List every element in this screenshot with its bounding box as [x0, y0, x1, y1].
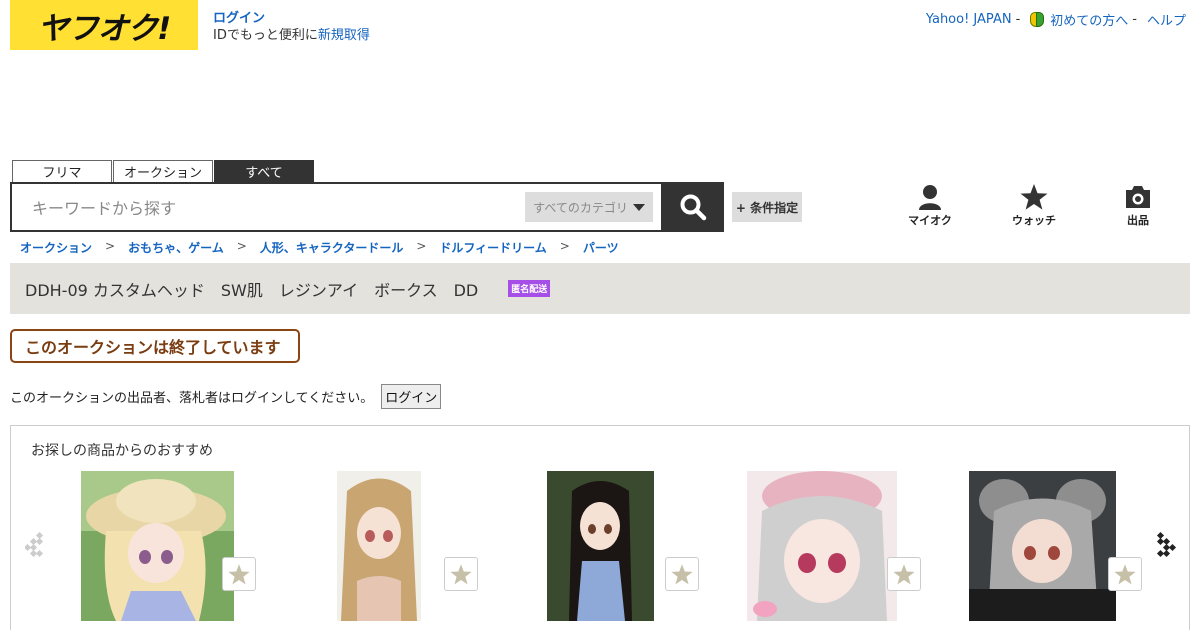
conditions-button[interactable]: + 条件指定 [732, 192, 802, 222]
beginner-mark-icon [1030, 12, 1045, 27]
item-title: DDH-09 カスタムヘッド SW肌 レジンアイ ボークス DD [25, 280, 479, 300]
breadcrumb-separator: > [559, 239, 570, 253]
sell-button[interactable]: 出品 [1108, 184, 1168, 228]
login-button[interactable]: ログイン [381, 384, 442, 409]
breadcrumb-parts[interactable]: パーツ [583, 239, 619, 256]
watch-star-button[interactable] [444, 557, 478, 591]
signup-link[interactable]: 新規取得 [318, 28, 370, 43]
recommendation-panel: お探しの商品からのおすすめ [10, 425, 1190, 630]
beginners-link[interactable]: 初めての方へ [1050, 10, 1128, 29]
star-icon [671, 563, 693, 584]
breadcrumb-separator: > [416, 239, 427, 253]
watch-star-button[interactable] [887, 557, 921, 591]
recommend-item-thumbnail[interactable] [547, 471, 654, 621]
tab-auction[interactable]: オークション [113, 160, 213, 182]
login-block: ログイン IDでもっと便利に新規取得 [213, 10, 370, 44]
star-icon [228, 563, 250, 584]
breadcrumb: オークション > おもちゃ、ゲーム > 人形、キャラクタードール > ドルフィー… [20, 239, 619, 256]
watch-star-button[interactable] [222, 557, 256, 591]
category-select[interactable]: すべてのカテゴリ [525, 192, 653, 222]
doll-photo-image [81, 471, 234, 621]
doll-photo-image [337, 471, 421, 621]
star-icon [893, 563, 915, 584]
help-link[interactable]: ヘルプ [1147, 10, 1186, 29]
breadcrumb-separator: > [236, 239, 247, 253]
doll-photo-image [747, 471, 897, 621]
doll-photo-image [969, 471, 1116, 621]
link-separator: - [1132, 12, 1137, 27]
breadcrumb-auction[interactable]: オークション [20, 239, 92, 256]
breadcrumb-separator: > [105, 239, 116, 253]
tab-all[interactable]: すべて [214, 160, 314, 182]
watch-star-button[interactable] [1108, 557, 1142, 591]
recommend-item-thumbnail[interactable] [747, 471, 897, 621]
yahuoku-logo[interactable]: ヤフオク! [10, 0, 198, 50]
breadcrumb-dollfie-dream[interactable]: ドルフィードリーム [439, 239, 546, 256]
myauc-button[interactable]: マイオク [900, 184, 960, 228]
login-note-text: このオークションの出品者、落札者はログインしてください。 [10, 391, 374, 406]
recommend-item-thumbnail[interactable] [969, 471, 1116, 621]
star-icon [1114, 563, 1136, 584]
link-separator: - [1015, 12, 1021, 27]
yahoo-japan-link[interactable]: Yahoo! JAPAN [926, 12, 1012, 27]
search-icon [680, 194, 707, 221]
caret-down-icon [632, 203, 645, 211]
user-icon [919, 185, 941, 210]
camera-icon [1126, 186, 1150, 208]
search-button[interactable] [662, 182, 724, 232]
carousel-prev-icon[interactable] [25, 531, 47, 559]
anonymous-shipping-badge: 匿名配送 [508, 280, 551, 297]
star-icon [450, 563, 472, 584]
doll-photo-image [547, 471, 654, 621]
item-title-bar: DDH-09 カスタムヘッド SW肌 レジンアイ ボークス DD 匿名配送 [10, 263, 1190, 314]
promo-text: IDでもっと便利に [213, 28, 318, 43]
breadcrumb-dolls[interactable]: 人形、キャラクタードール [260, 239, 404, 256]
watch-button[interactable]: ウォッチ [1004, 184, 1064, 228]
watch-star-button[interactable] [665, 557, 699, 591]
breadcrumb-toys[interactable]: おもちゃ、ゲーム [128, 239, 224, 256]
auction-ended-notice: このオークションは終了しています [10, 329, 300, 363]
recommendation-title: お探しの商品からのおすすめ [31, 443, 213, 459]
header-links: Yahoo! JAPAN - 初めての方へ - ヘルプ [926, 10, 1186, 29]
search-tabs: フリマ オークション すべて [12, 160, 314, 182]
search-input[interactable] [32, 196, 512, 220]
search-box: すべてのカテゴリ [10, 182, 663, 232]
tab-flima[interactable]: フリマ [12, 160, 112, 182]
header-login-link[interactable]: ログイン [213, 11, 265, 26]
login-note: このオークションの出品者、落札者はログインしてください。 ログイン [10, 384, 442, 409]
recommend-item-thumbnail[interactable] [337, 471, 421, 621]
star-icon [1020, 184, 1048, 210]
carousel-next-icon[interactable] [1155, 531, 1177, 559]
recommend-item-thumbnail[interactable] [81, 471, 234, 621]
